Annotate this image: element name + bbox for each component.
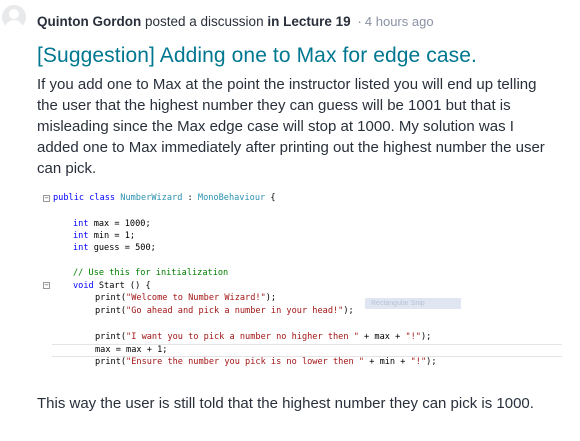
avatar-body-shape [5, 20, 23, 29]
code-text: + min + [364, 357, 411, 367]
lecture-link[interactable]: in Lecture 19 [267, 14, 350, 29]
code-comment: // Use this for initialization [73, 268, 229, 278]
code-line: print("Ensure the number you pick is no … [95, 357, 437, 367]
meta-separator: · [357, 14, 362, 29]
code-text: max = max + 1; [95, 345, 168, 355]
code-text: print( [95, 332, 127, 342]
code-text: max = 1000; [88, 219, 151, 229]
code-text: print( [95, 306, 127, 316]
code-line: // Use this for initialization [73, 268, 228, 278]
code-line: void Start () { [73, 281, 151, 291]
code-keyword: int [73, 243, 89, 253]
code-string: "Go ahead and pick a number in your head… [126, 306, 344, 316]
code-text: guess = 500; [88, 243, 156, 253]
post-timestamp: 4 hours ago [364, 14, 434, 29]
author-name[interactable]: Quinton Gordon [37, 14, 141, 29]
code-string: "Ensure the number you pick is no lower … [126, 357, 365, 367]
avatar[interactable] [2, 5, 26, 29]
code-string: "I want you to pick a number no higher t… [126, 332, 359, 342]
post-meta: Quinton Gordon posted a discussion in Le… [37, 14, 434, 29]
code-text: ); [343, 306, 354, 316]
code-text: print( [95, 293, 127, 303]
code-string: "Welcome to Number Wizard!" [126, 293, 266, 303]
avatar-head-shape [9, 9, 19, 19]
code-line: int min = 1; [73, 231, 135, 241]
snip-tooltip: Rectangular Snip [365, 298, 461, 309]
code-string: "!" [405, 332, 421, 342]
discussion-title[interactable]: [Suggestion] Adding one to Max for edge … [37, 44, 477, 68]
code-text: ); [420, 332, 432, 342]
code-string: "!" [410, 357, 427, 367]
discussion-footer-text: This way the user is still told that the… [37, 395, 534, 412]
code-keyword: int [73, 231, 89, 241]
code-line: print("I want you to pick a number no hi… [95, 332, 431, 342]
code-text: Start () { [93, 281, 151, 291]
code-line: print("Go ahead and pick a number in you… [95, 306, 354, 316]
discussion-body: If you add one to Max at the point the i… [37, 76, 545, 177]
code-line: print("Welcome to Number Wizard!"); [95, 293, 276, 303]
fold-toggle-icon: − [43, 281, 50, 289]
code-line: max = max + 1; [95, 345, 167, 355]
code-line: public class NumberWizard : MonoBehaviou… [53, 193, 276, 203]
code-line: int max = 1000; [73, 219, 151, 229]
code-text: + max + [358, 332, 406, 342]
code-screenshot: − − Rectangular Snip public class Number… [40, 188, 562, 372]
code-text: { [265, 193, 276, 203]
code-keyword: int [73, 219, 89, 229]
code-text: : [182, 193, 198, 203]
code-gutter: − − [40, 188, 52, 372]
code-keyword: public class [53, 193, 116, 203]
code-text: ); [426, 357, 437, 367]
post-action: posted a discussion [145, 14, 264, 29]
code-text: ); [265, 293, 277, 303]
code-type: MonoBehaviour [197, 193, 266, 203]
code-keyword: void [73, 281, 94, 291]
code-type: NumberWizard [120, 193, 183, 203]
fold-toggle-icon: − [43, 194, 50, 202]
code-text: print( [95, 357, 127, 367]
code-line: int guess = 500; [73, 243, 156, 253]
code-text: min = 1; [88, 231, 136, 241]
